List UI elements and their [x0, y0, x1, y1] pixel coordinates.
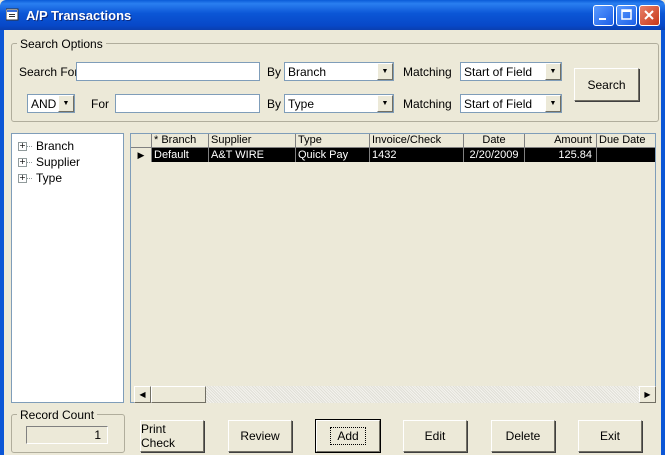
close-button[interactable] — [639, 5, 660, 26]
by-field-value-2: Type — [288, 97, 315, 111]
table-row[interactable]: ▶ Default A&T WIRE Quick Pay 1432 2/20/2… — [131, 148, 655, 162]
column-header-supplier[interactable]: Supplier — [209, 134, 296, 148]
minimize-icon — [599, 18, 606, 20]
tree-item-type[interactable]: + Type — [18, 170, 62, 186]
grid-header: * Branch Supplier Type Invoice/Check Dat… — [131, 134, 655, 148]
app-window-icon — [6, 8, 19, 21]
matching-select-2[interactable]: Start of Field ▼ — [460, 94, 562, 113]
title-bar[interactable]: A/P Transactions — [0, 0, 665, 30]
matching-label-2: Matching — [403, 97, 452, 111]
horizontal-scrollbar[interactable]: ◀ ▶ — [134, 386, 656, 403]
expand-icon[interactable]: + — [18, 157, 27, 167]
cell-supplier[interactable]: A&T WIRE — [209, 148, 296, 162]
search-for-label-text: Search For — [19, 65, 79, 79]
matching-label-1: Matching — [403, 65, 452, 79]
transactions-grid[interactable]: * Branch Supplier Type Invoice/Check Dat… — [130, 133, 656, 403]
cell-invoice-check[interactable]: 1432 — [370, 148, 464, 162]
chevron-down-icon[interactable]: ▼ — [58, 95, 74, 112]
maximize-icon — [621, 9, 632, 20]
search-button[interactable]: Search — [574, 68, 639, 101]
conjunction-value: AND — [31, 97, 57, 111]
cell-due-date[interactable] — [597, 148, 655, 162]
column-header-type[interactable]: Type — [296, 134, 370, 148]
record-count-value: 1 — [26, 426, 108, 444]
tree-item-label: Supplier — [36, 155, 81, 169]
filter-tree[interactable]: + Branch + Supplier + Type — [11, 133, 124, 403]
for-input[interactable] — [115, 94, 260, 113]
conjunction-select[interactable]: AND ▼ — [27, 94, 75, 113]
tree-item-supplier[interactable]: + Supplier — [18, 154, 80, 170]
by-field-select-2[interactable]: Type ▼ — [284, 94, 394, 113]
cell-date[interactable]: 2/20/2009 — [464, 148, 525, 162]
tree-connector — [27, 145, 32, 147]
column-header-date[interactable]: Date — [464, 134, 525, 148]
tree-item-label: Type — [36, 171, 63, 185]
tree-connector — [27, 161, 32, 163]
delete-button[interactable]: Delete — [491, 420, 555, 452]
add-button[interactable]: Add — [315, 419, 381, 453]
cell-amount[interactable]: 125.84 — [525, 148, 597, 162]
search-for-label: Search For — [19, 65, 78, 79]
scroll-thumb[interactable] — [151, 386, 206, 403]
chevron-down-icon[interactable]: ▼ — [545, 95, 561, 112]
search-button-label: Search — [587, 77, 626, 92]
column-header-branch[interactable]: * Branch — [152, 134, 209, 148]
delete-button-label: Delete — [505, 429, 541, 443]
matching-value-1: Start of Field — [464, 65, 533, 79]
search-options-legend: Search Options — [17, 37, 106, 51]
tree-connector — [27, 177, 32, 179]
record-count-legend: Record Count — [17, 408, 98, 422]
chevron-down-icon[interactable]: ▼ — [377, 63, 393, 80]
cell-type[interactable]: Quick Pay — [296, 148, 370, 162]
row-pointer-icon[interactable]: ▶ — [131, 148, 152, 162]
edit-button[interactable]: Edit — [403, 420, 467, 452]
window-frame-right — [661, 30, 665, 455]
review-button-label: Review — [240, 429, 280, 443]
expand-icon[interactable]: + — [18, 141, 27, 151]
print-check-button[interactable]: Print Check — [140, 420, 204, 452]
column-header-due-date[interactable]: Due Date — [597, 134, 655, 148]
search-for-input[interactable] — [76, 62, 260, 81]
by-label-2: By — [267, 97, 282, 111]
cell-branch[interactable]: Default — [152, 148, 209, 162]
window-title: A/P Transactions — [26, 8, 132, 23]
column-header-invoice-check[interactable]: Invoice/Check — [370, 134, 464, 148]
print-check-button-label: Print Check — [141, 422, 176, 450]
chevron-down-icon[interactable]: ▼ — [545, 63, 561, 80]
tree-item-label: Branch — [36, 139, 75, 153]
column-header-amount[interactable]: Amount — [525, 134, 597, 148]
exit-button[interactable]: Exit — [578, 420, 642, 452]
tree-item-branch[interactable]: + Branch — [18, 138, 74, 154]
by-label-1: By — [267, 65, 282, 79]
maximize-button[interactable] — [616, 5, 637, 26]
by-field-select-1[interactable]: Branch ▼ — [284, 62, 394, 81]
chevron-down-icon[interactable]: ▼ — [377, 95, 393, 112]
row-selector-header — [131, 134, 152, 148]
window-frame-left — [0, 30, 4, 455]
exit-button-label: Exit — [599, 429, 620, 443]
close-icon — [644, 10, 654, 20]
expand-icon[interactable]: + — [18, 173, 27, 183]
scroll-left-icon[interactable]: ◀ — [134, 386, 151, 403]
edit-button-label: Edit — [424, 429, 446, 443]
for-label: For — [91, 97, 109, 111]
add-button-label: Add — [330, 427, 366, 445]
review-button[interactable]: Review — [228, 420, 292, 452]
matching-select-1[interactable]: Start of Field ▼ — [460, 62, 562, 81]
by-field-value-1: Branch — [288, 65, 327, 79]
matching-value-2: Start of Field — [464, 97, 533, 111]
scroll-right-icon[interactable]: ▶ — [639, 386, 656, 403]
minimize-button[interactable] — [593, 5, 614, 26]
